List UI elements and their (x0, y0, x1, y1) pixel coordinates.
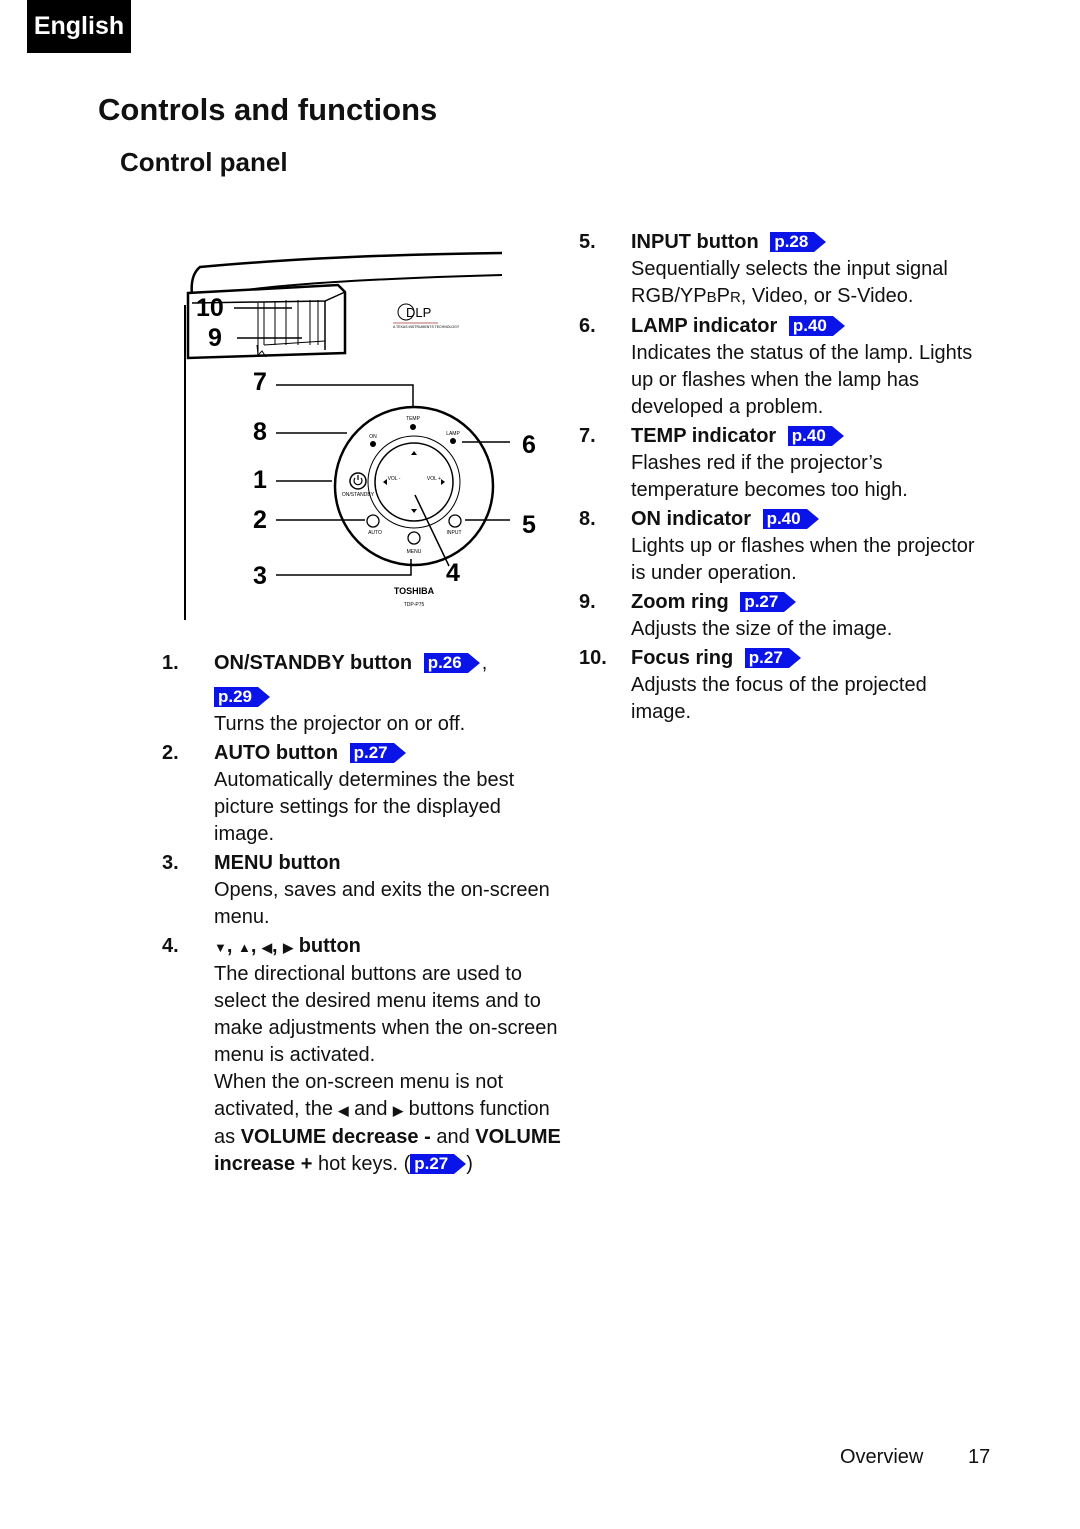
item-description: Turns the projector on or off. (214, 713, 466, 735)
input-button-graphic (448, 514, 462, 528)
item-number: 8. (579, 508, 596, 530)
item-title: button (298, 935, 361, 957)
item-title: ON/STANDBY button (214, 652, 413, 674)
item-number: 10. (579, 647, 607, 669)
item-number: 5. (579, 231, 596, 253)
list-item: 7. TEMP indicator p.40 Flashes red if th… (579, 423, 979, 504)
item-title: ON indicator (631, 508, 752, 530)
item-description: Automatically determines the best pictur… (214, 769, 515, 845)
list-item: 2. AUTO button p.27 Automatically determ… (162, 740, 562, 848)
page-title: Controls and functions (98, 92, 438, 127)
callout-7: 7 (253, 368, 267, 396)
list-item: 8. ON indicator p.40 Lights up or flashe… (579, 506, 979, 587)
list-item: 6. LAMP indicator p.40 Indicates the sta… (579, 313, 979, 421)
callout-10: 10 (196, 294, 224, 322)
footer-section-name: Overview (840, 1446, 924, 1468)
label-on-standby: ON/STANDBY (342, 492, 375, 498)
list-item: 5. INPUT button p.28 Sequentially select… (579, 229, 979, 311)
language-tab: English (27, 0, 131, 53)
menu-button-graphic (407, 531, 421, 545)
callout-5: 5 (522, 511, 536, 539)
callout-3: 3 (253, 562, 267, 590)
temp-indicator-led (410, 424, 416, 430)
on-standby-button-graphic (349, 472, 367, 490)
item-title: LAMP indicator (631, 315, 778, 337)
item-title: MENU button (214, 852, 341, 874)
up-arrow-icon: ▲ (238, 940, 251, 955)
item-title: Focus ring (631, 647, 734, 669)
description-column-left: 1. ON/STANDBY button p.26, p.29 Turns th… (162, 650, 562, 1180)
label-auto: AUTO (368, 530, 382, 536)
item-description: Adjusts the size of the image. (631, 618, 893, 640)
label-vol-plus: VOL + (427, 476, 441, 482)
label-vol-minus: VOL - (388, 476, 401, 482)
label-lamp: LAMP (446, 431, 460, 437)
page-ref-link[interactable]: p.27 (744, 648, 801, 668)
dlp-logo-text: DLP (406, 305, 431, 320)
page-ref-link[interactable]: p.27 (410, 1154, 467, 1174)
list-item: 1. ON/STANDBY button p.26, p.29 Turns th… (162, 650, 562, 738)
dlp-tagline: A TEXAS INSTRUMENTS TECHNOLOGY (393, 325, 460, 329)
item-title: TEMP indicator (631, 425, 777, 447)
page-number: 17 (968, 1446, 991, 1468)
auto-button-graphic (366, 514, 380, 528)
page-ref-link[interactable]: p.40 (787, 426, 844, 446)
left-arrow-icon: ◀ (262, 940, 272, 955)
lamp-indicator-led (450, 438, 456, 444)
description-column-right: 5. INPUT button p.28 Sequentially select… (579, 229, 979, 728)
label-input: INPUT (447, 530, 462, 536)
page-ref-link[interactable]: p.27 (740, 592, 797, 612)
item-description: Sequentially selects the input signal RG… (631, 258, 948, 307)
callout-2: 2 (253, 506, 267, 534)
callout-6: 6 (522, 431, 536, 459)
item-description: Opens, saves and exits the on-screen men… (214, 879, 550, 928)
list-item: 3. MENU button Opens, saves and exits th… (162, 850, 562, 931)
page-ref-link[interactable]: p.40 (762, 509, 819, 529)
callout-9: 9 (208, 324, 222, 352)
page-ref-link[interactable]: p.40 (788, 316, 845, 336)
list-item: 4. ▼, ▲, ◀, ▶ button The directional but… (162, 933, 562, 1178)
item-number: 9. (579, 591, 596, 613)
list-item: 9. Zoom ring p.27 Adjusts the size of th… (579, 589, 979, 643)
on-indicator-led (370, 441, 376, 447)
item-number: 6. (579, 315, 596, 337)
label-temp: TEMP (406, 416, 421, 422)
item-number: 3. (162, 852, 179, 874)
model-label: TDP-P75 (404, 602, 425, 608)
dlp-logo: DLP A TEXAS INSTRUMENTS TECHNOLOGY (393, 303, 460, 329)
brand-logo: TOSHIBA (394, 586, 435, 596)
item-description: Lights up or flashes when the projector … (631, 535, 975, 584)
down-arrow-icon: ▼ (214, 940, 227, 955)
page-ref-link[interactable]: p.26 (423, 653, 480, 673)
item-description: Flashes red if the projector’s temperatu… (631, 452, 908, 501)
item-description: Indicates the status of the lamp. Lights… (631, 342, 973, 418)
item-title: INPUT button (631, 231, 759, 253)
callout-1: 1 (253, 466, 267, 494)
left-arrow-icon: ◀ (338, 1103, 349, 1118)
item-description: Adjusts the focus of the projected image… (631, 674, 927, 723)
item-title: Zoom ring (631, 591, 729, 613)
page-ref-link[interactable]: p.27 (349, 743, 406, 763)
callout-8: 8 (253, 418, 267, 446)
label-on: ON (369, 434, 377, 440)
page-ref-link[interactable]: p.28 (770, 232, 827, 252)
right-arrow-icon: ▶ (393, 1103, 404, 1118)
section-title: Control panel (120, 147, 288, 177)
item-number: 1. (162, 652, 179, 674)
direction-arrows (383, 451, 445, 513)
item-description-volume: When the on-screen menu is not activated… (214, 1071, 561, 1175)
item-number: 2. (162, 742, 179, 764)
right-arrow-icon: ▶ (283, 940, 294, 955)
label-menu: MENU (407, 549, 422, 555)
item-number: 4. (162, 935, 179, 957)
item-description: The directional buttons are used to sele… (214, 963, 558, 1066)
volume-decrease-label: VOLUME decrease - (240, 1126, 431, 1148)
item-number: 7. (579, 425, 596, 447)
list-item: 10. Focus ring p.27 Adjusts the focus of… (579, 645, 979, 726)
comma: , (481, 652, 488, 674)
item-title: AUTO button (214, 742, 339, 764)
control-panel-diagram: DLP A TEXAS INSTRUMENTS TECHNOLOGY 10 9 … (184, 251, 536, 620)
page-ref-link[interactable]: p.29 (214, 687, 271, 707)
